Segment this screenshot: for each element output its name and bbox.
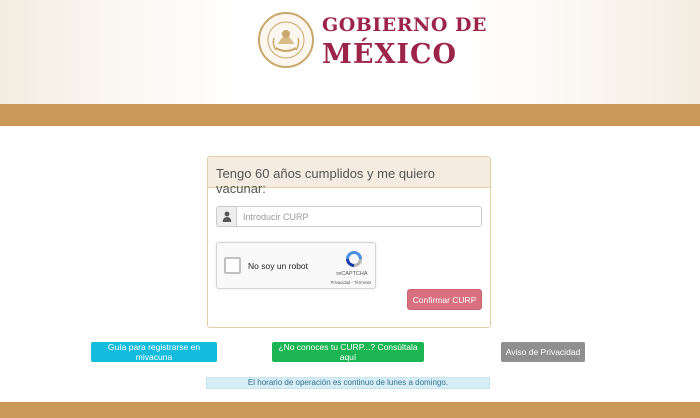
mexico-seal-icon <box>258 12 314 68</box>
registration-guide-button[interactable]: Guía para registrarse en mivacuna <box>91 342 217 362</box>
operating-hours-notice: El horario de operación es continuo de l… <box>206 377 490 389</box>
logo-wordmark: GOBIERNO DE MÉXICO <box>322 12 487 70</box>
footer-band <box>0 402 700 418</box>
curp-input[interactable] <box>236 206 482 227</box>
card-title: Tengo 60 años cumplidos y me quiero vacu… <box>208 157 490 196</box>
vaccine-registration-card: Tengo 60 años cumplidos y me quiero vacu… <box>207 156 491 328</box>
logo-line1: GOBIERNO DE <box>322 14 487 36</box>
recaptcha-label: No soy un robot <box>248 261 309 271</box>
confirm-curp-button[interactable]: Confirmar CURP <box>407 289 482 310</box>
header: GOBIERNO DE MÉXICO <box>0 0 700 104</box>
recaptcha-terms-link[interactable]: Privacidad - Términos <box>323 280 379 285</box>
lookup-curp-button[interactable]: ¿No conoces tu CURP...? Consúltala aquí <box>272 342 424 362</box>
gobierno-logo[interactable]: GOBIERNO DE MÉXICO <box>258 12 487 68</box>
recaptcha-logo-icon <box>346 251 362 267</box>
curp-input-group <box>216 206 482 227</box>
header-band <box>0 104 700 126</box>
logo-line2: MÉXICO <box>322 39 458 70</box>
recaptcha-checkbox[interactable] <box>224 257 241 274</box>
privacy-notice-button[interactable]: Aviso de Privacidad <box>501 342 585 362</box>
recaptcha-brand: reCAPTCHA <box>336 271 368 277</box>
recaptcha-widget: No soy un robot reCAPTCHA Privacidad - T… <box>216 242 376 289</box>
user-icon <box>216 206 236 227</box>
